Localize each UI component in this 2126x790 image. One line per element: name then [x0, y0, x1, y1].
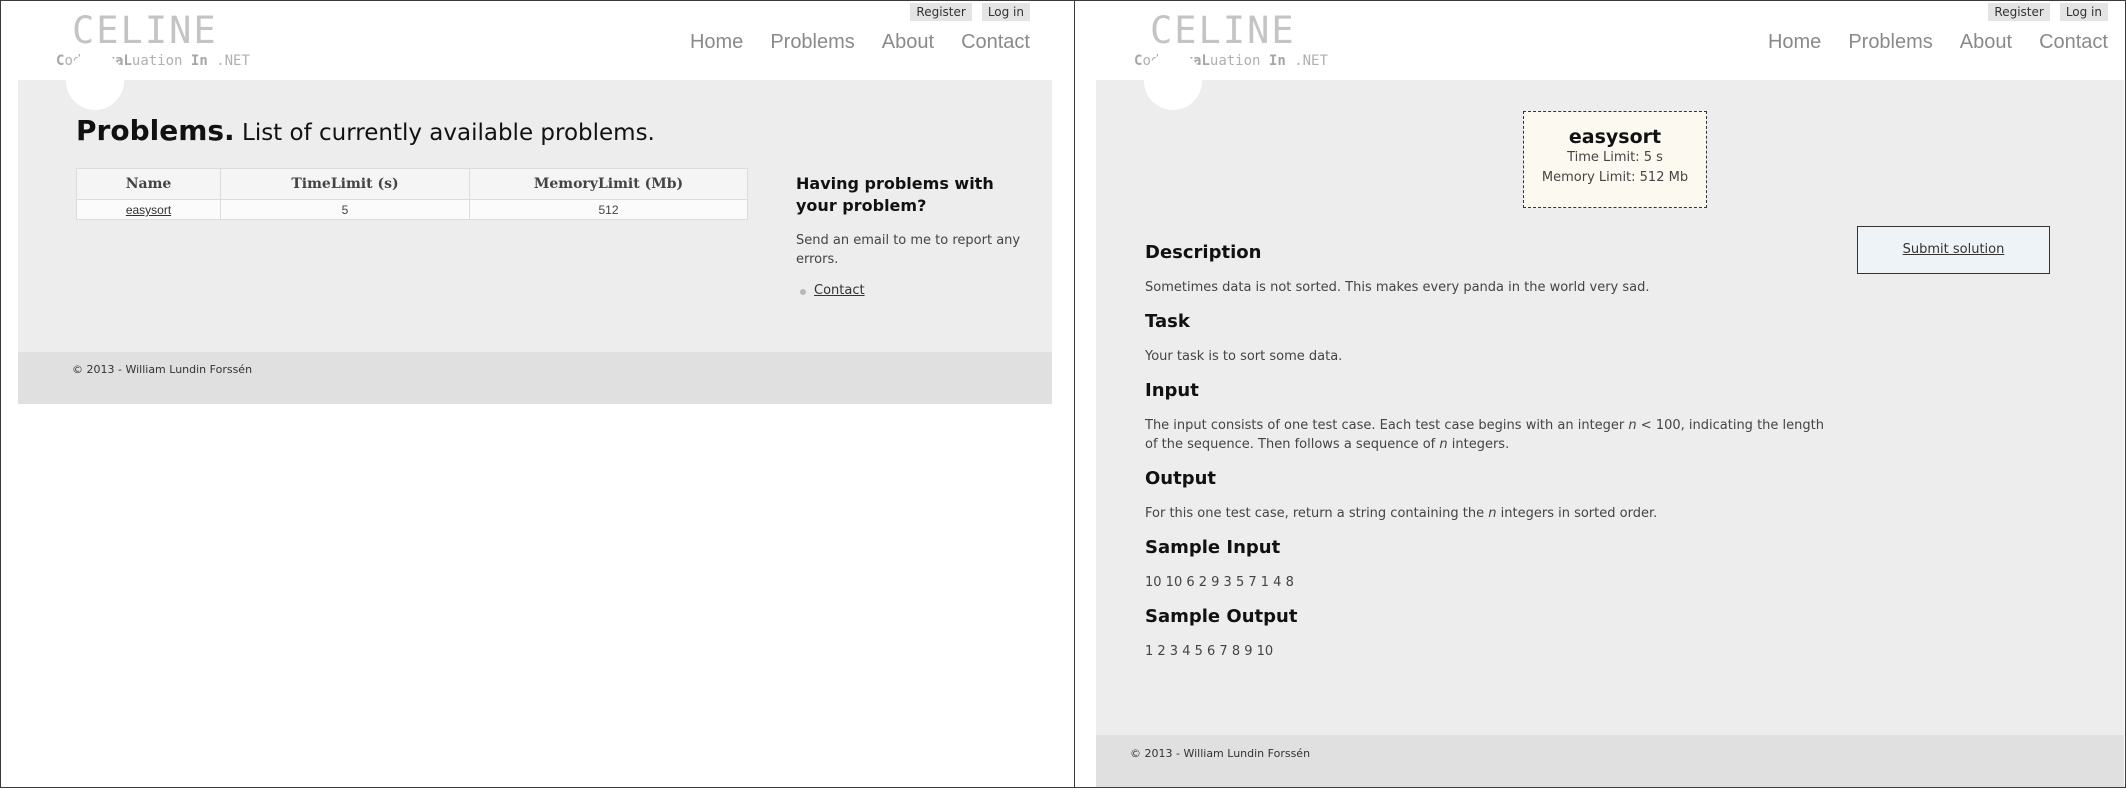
- nav-home[interactable]: Home: [1768, 31, 1821, 54]
- login-link[interactable]: Log in: [2059, 3, 2108, 21]
- site-logo[interactable]: CELINE: [1150, 9, 1296, 52]
- site-header: CELINE Code EvaLuation In .NET Register …: [18, 1, 1052, 80]
- nav-contact[interactable]: Contact: [2039, 31, 2108, 54]
- task-section: Task Your task is to sort some data.: [1145, 310, 1825, 366]
- site: CELINE Code EvaLuation In .NET Register …: [18, 1, 1052, 404]
- site-logo[interactable]: CELINE: [72, 9, 218, 52]
- nav-home[interactable]: Home: [690, 31, 743, 54]
- column-header-memorylimit: MemoryLimit (Mb): [469, 168, 748, 200]
- header-bubble-decoration: [66, 52, 124, 110]
- nav-about[interactable]: About: [1960, 31, 2012, 54]
- sample-output-section: Sample Output 1 2 3 4 5 6 7 8 9 10: [1145, 605, 1825, 661]
- input-text: The input consists of one test case. Eac…: [1145, 418, 1824, 452]
- main-nav: Home Problems About Contact: [690, 31, 1030, 54]
- register-link[interactable]: Register: [910, 3, 972, 21]
- description-section: Description Sometimes data is not sorted…: [1145, 241, 1825, 297]
- column-header-name: Name: [76, 168, 221, 200]
- input-section: Input The input consists of one test cas…: [1145, 379, 1825, 454]
- sample-output-heading: Sample Output: [1145, 606, 1298, 627]
- problems-list-window: CELINE Code EvaLuation In .NET Register …: [2, 1, 1073, 787]
- table-header-row: Name TimeLimit (s) MemoryLimit (Mb): [76, 168, 748, 200]
- sample-input-heading: Sample Input: [1145, 537, 1281, 558]
- input-heading: Input: [1145, 380, 1199, 401]
- footer-copyright: © 2013 - William Lundin Forssén: [72, 363, 253, 376]
- main-nav: Home Problems About Contact: [1768, 31, 2108, 54]
- sample-input-section: Sample Input 10 10 6 2 9 3 5 7 1 4 8: [1145, 536, 1825, 592]
- problem-link-easysort[interactable]: easysort: [126, 203, 171, 217]
- task-heading: Task: [1145, 311, 1190, 332]
- column-header-timelimit: TimeLimit (s): [220, 168, 470, 200]
- submit-solution-button[interactable]: Submit solution: [1857, 226, 2050, 274]
- table-row: easysort 5 512: [76, 199, 748, 220]
- nav-contact[interactable]: Contact: [961, 31, 1030, 54]
- site: CELINE Code EvaLuation In .NET Register …: [1096, 1, 2124, 787]
- cell-name: easysort: [76, 199, 221, 220]
- login-link[interactable]: Log in: [981, 3, 1030, 21]
- problem-info-box: easysort Time Limit: 5 s Memory Limit: 5…: [1523, 111, 1707, 208]
- output-text: For this one test case, return a string …: [1145, 506, 1658, 521]
- list-item: Contact: [796, 283, 1026, 298]
- sample-input-text: 10 10 6 2 9 3 5 7 1 4 8: [1145, 575, 1294, 590]
- main-content: Problems. List of currently available pr…: [18, 52, 1052, 352]
- problem-statement: Description Sometimes data is not sorted…: [1145, 241, 1825, 674]
- problem-name: easysort: [1568, 126, 1662, 148]
- help-sidebar: Having problems with your problem? Send …: [796, 173, 1026, 298]
- site-footer: © 2013 - William Lundin Forssén: [18, 352, 1052, 404]
- site-header: CELINE Code EvaLuation In .NET Register …: [1096, 1, 2124, 80]
- cell-timelimit: 5: [220, 199, 470, 220]
- nav-problems[interactable]: Problems: [770, 31, 854, 54]
- window-divider: [1074, 0, 1075, 788]
- sidebar-links: Contact: [796, 283, 1026, 298]
- output-heading: Output: [1145, 468, 1217, 489]
- description-text: Sometimes data is not sorted. This makes…: [1145, 280, 1650, 295]
- footer-copyright: © 2013 - William Lundin Forssén: [1130, 747, 1311, 760]
- sidebar-title: Having problems with your problem?: [796, 174, 994, 215]
- nav-problems[interactable]: Problems: [1848, 31, 1932, 54]
- header-bubble-decoration: [1144, 52, 1202, 110]
- sidebar-contact-link[interactable]: Contact: [814, 283, 865, 298]
- register-link[interactable]: Register: [1988, 3, 2050, 21]
- problem-detail-window: CELINE Code EvaLuation In .NET Register …: [1076, 1, 2124, 787]
- page-title: Problems. List of currently available pr…: [76, 114, 655, 147]
- site-footer: © 2013 - William Lundin Forssén: [1096, 735, 2124, 787]
- cell-memorylimit: 512: [469, 199, 748, 220]
- nav-about[interactable]: About: [882, 31, 934, 54]
- description-heading: Description: [1145, 242, 1262, 263]
- sidebar-text: Send an email to me to report any errors…: [796, 233, 1021, 267]
- login-area: Register Log in: [910, 3, 1030, 21]
- output-section: Output For this one test case, return a …: [1145, 467, 1825, 523]
- problems-table: Name TimeLimit (s) MemoryLimit (Mb) easy…: [76, 168, 748, 220]
- problem-memory-limit: Memory Limit: 512 Mb: [1541, 170, 1689, 185]
- task-text: Your task is to sort some data.: [1145, 349, 1343, 364]
- sample-output-text: 1 2 3 4 5 6 7 8 9 10: [1145, 644, 1274, 659]
- main-content: easysort Time Limit: 5 s Memory Limit: 5…: [1096, 52, 2124, 735]
- login-area: Register Log in: [1988, 3, 2108, 21]
- problem-time-limit: Time Limit: 5 s: [1567, 150, 1663, 165]
